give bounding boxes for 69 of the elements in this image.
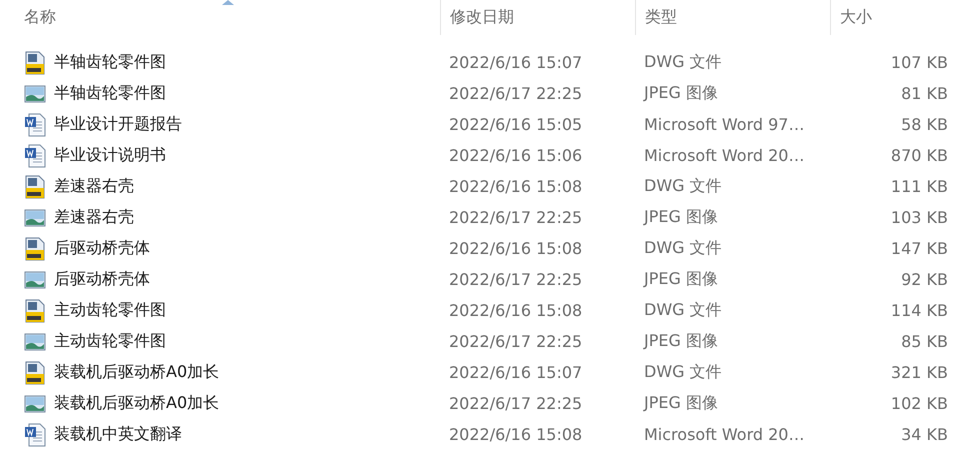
file-size: 85 KB — [901, 332, 948, 351]
image-file-icon — [24, 332, 46, 352]
modified-date: 2022/6/16 15:05 — [449, 115, 582, 134]
file-type: JPEG 图像 — [644, 207, 718, 226]
image-file-icon — [24, 270, 46, 290]
file-name[interactable]: 主动齿轮零件图 — [54, 300, 166, 321]
modified-date: 2022/6/16 15:06 — [449, 146, 582, 165]
file-size: 107 KB — [890, 53, 948, 72]
modified-date: 2022/6/17 22:25 — [449, 394, 582, 413]
file-type: JPEG 图像 — [644, 83, 718, 102]
file-type: DWG 文件 — [644, 300, 722, 319]
column-header[interactable]: 名称 — [24, 7, 56, 28]
file-size: 102 KB — [890, 394, 948, 413]
file-name[interactable]: 后驱动桥壳体 — [54, 238, 150, 259]
drawing-file-icon — [24, 50, 46, 74]
modified-date: 2022/6/16 15:07 — [449, 53, 582, 72]
image-file-icon — [24, 84, 46, 104]
file-type: Microsoft Word 20… — [644, 425, 804, 444]
file-name[interactable]: 差速器右壳 — [54, 176, 134, 197]
file-size: 321 KB — [890, 363, 948, 382]
modified-date: 2022/6/16 15:08 — [449, 425, 582, 444]
file-name[interactable]: 半轴齿轮零件图 — [54, 83, 166, 104]
file-size: 92 KB — [901, 270, 948, 289]
image-file-icon — [24, 208, 46, 228]
file-name[interactable]: 装载机后驱动桥A0加长 — [54, 393, 220, 414]
file-size: 114 KB — [890, 301, 948, 320]
drawing-file-icon — [24, 236, 46, 260]
file-type: DWG 文件 — [644, 238, 722, 257]
file-name[interactable]: 毕业设计开题报告 — [54, 114, 182, 135]
column-header[interactable]: 修改日期 — [450, 7, 514, 28]
file-type: DWG 文件 — [644, 52, 722, 71]
file-type: JPEG 图像 — [644, 393, 718, 412]
modified-date: 2022/6/16 15:08 — [449, 301, 582, 320]
modified-date: 2022/6/16 15:08 — [449, 239, 582, 258]
drawing-file-icon — [24, 360, 46, 384]
file-size: 147 KB — [890, 239, 948, 258]
file-name[interactable]: 毕业设计说明书 — [54, 145, 166, 166]
document-file-icon — [24, 144, 46, 168]
file-type: JPEG 图像 — [644, 269, 718, 288]
file-name[interactable]: 差速器右壳 — [54, 207, 134, 228]
modified-date: 2022/6/17 22:25 — [449, 332, 582, 351]
drawing-file-icon — [24, 174, 46, 198]
drawing-file-icon — [24, 298, 46, 322]
file-type: DWG 文件 — [644, 362, 722, 381]
modified-date: 2022/6/16 15:07 — [449, 363, 582, 382]
column-header[interactable]: 大小 — [840, 7, 872, 28]
file-size: 58 KB — [901, 115, 948, 134]
modified-date: 2022/6/17 22:25 — [449, 270, 582, 289]
file-size: 111 KB — [890, 177, 948, 196]
document-file-icon — [24, 422, 46, 446]
column-header[interactable]: 类型 — [645, 7, 677, 28]
file-name[interactable]: 后驱动桥壳体 — [54, 269, 150, 290]
modified-date: 2022/6/17 22:25 — [449, 84, 582, 103]
document-file-icon — [24, 112, 46, 136]
image-file-icon — [24, 394, 46, 414]
modified-date: 2022/6/17 22:25 — [449, 208, 582, 227]
file-size: 34 KB — [901, 425, 948, 444]
file-type: Microsoft Word 20… — [644, 146, 804, 165]
file-type: DWG 文件 — [644, 176, 722, 195]
file-size: 870 KB — [890, 146, 948, 165]
file-name[interactable]: 装载机后驱动桥A0加长 — [54, 362, 220, 383]
file-name[interactable]: 装载机中英文翻译 — [54, 424, 182, 445]
file-size: 81 KB — [901, 84, 948, 103]
file-size: 103 KB — [890, 208, 948, 227]
modified-date: 2022/6/16 15:08 — [449, 177, 582, 196]
file-name[interactable]: 半轴齿轮零件图 — [54, 52, 166, 73]
file-type: Microsoft Word 97… — [644, 115, 804, 134]
file-name[interactable]: 主动齿轮零件图 — [54, 331, 166, 352]
file-type: JPEG 图像 — [644, 331, 718, 350]
